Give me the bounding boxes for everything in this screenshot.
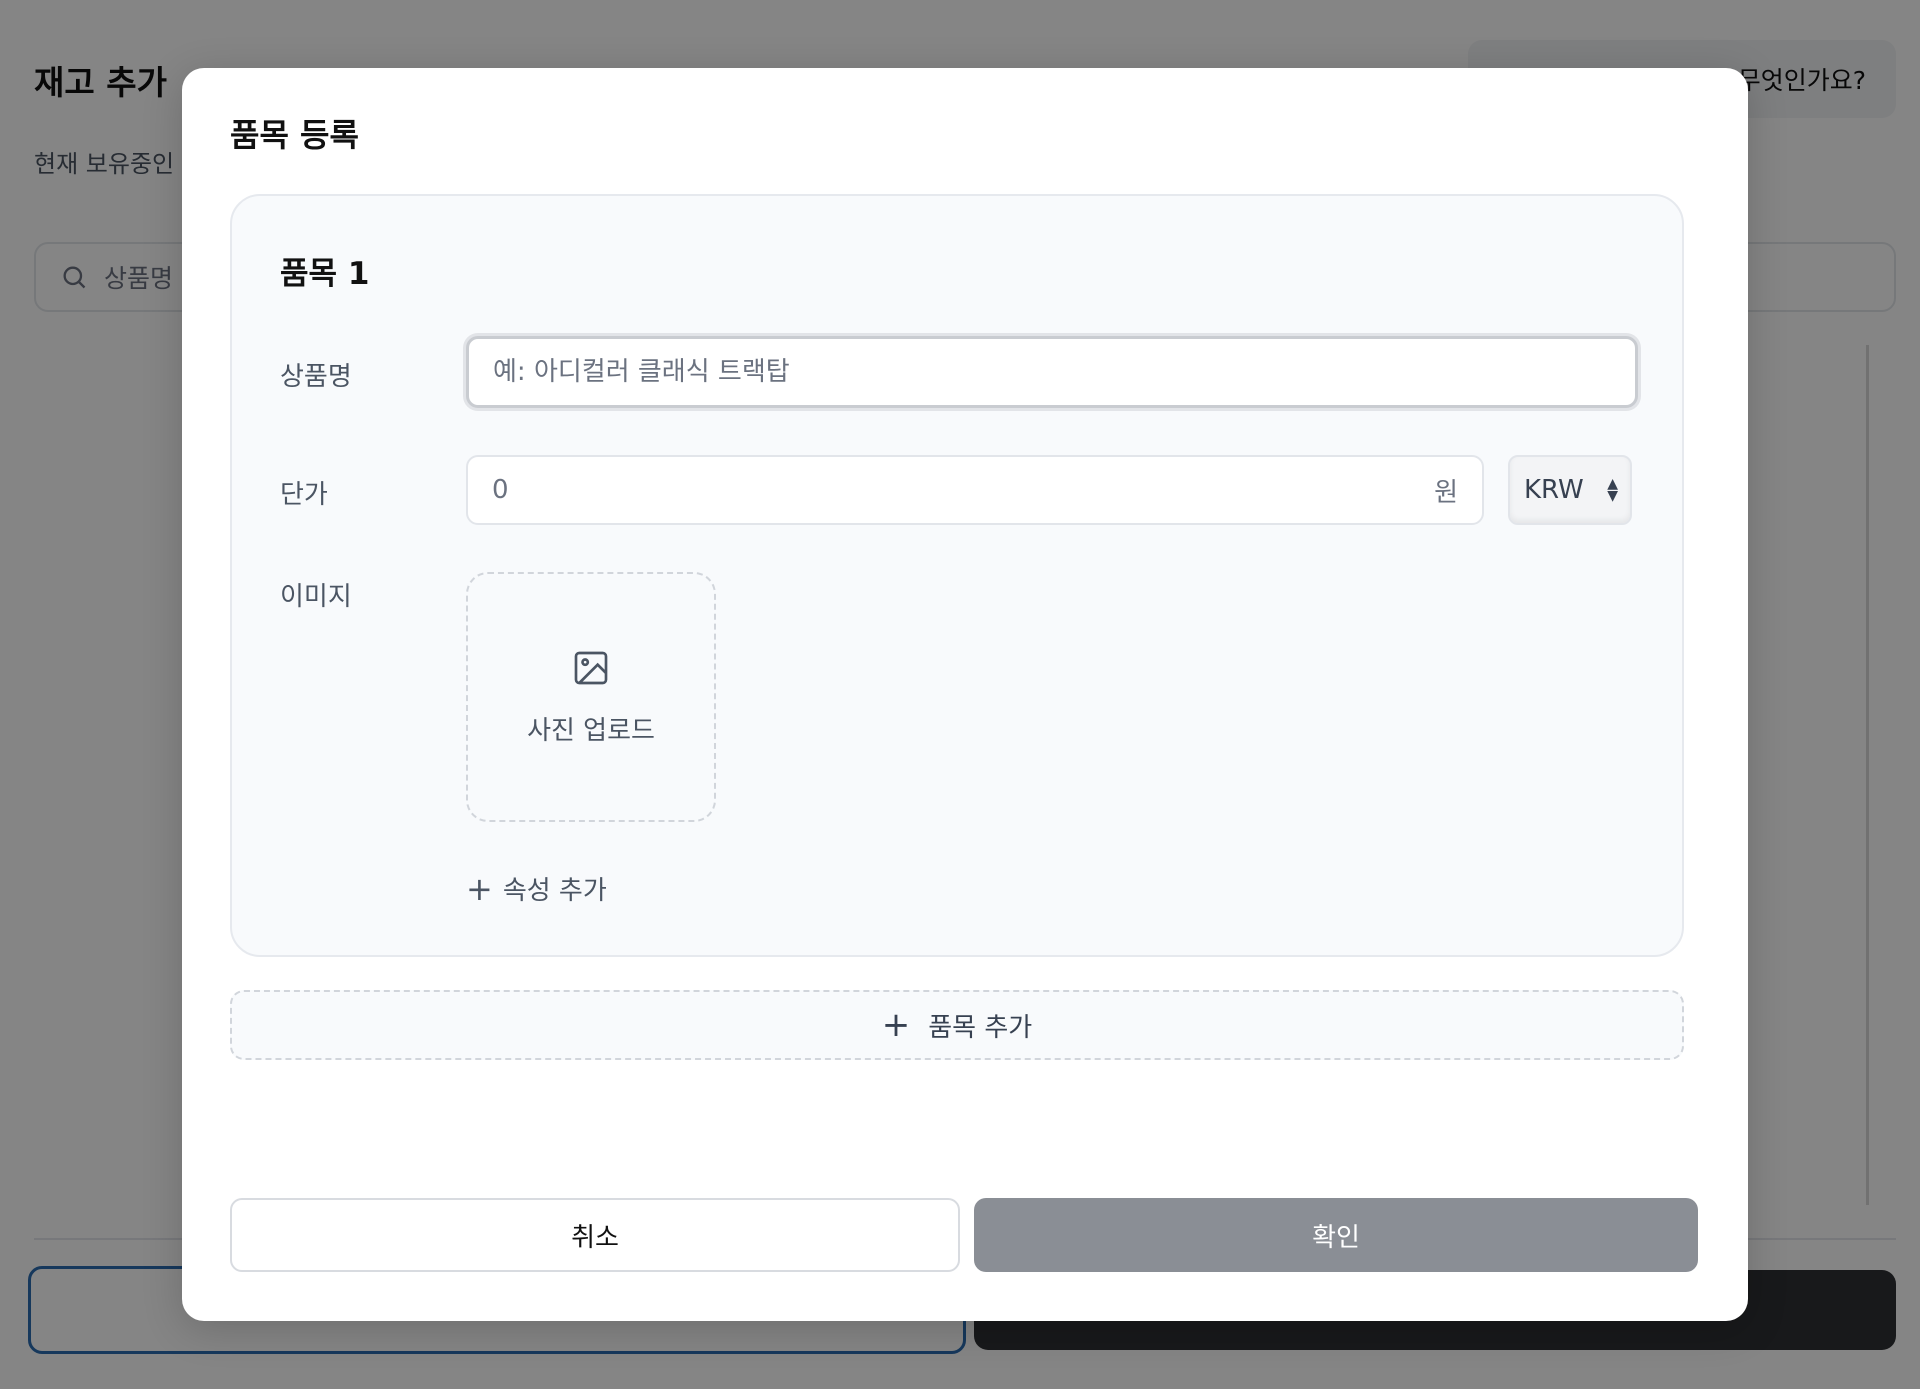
item-title: 품목 1 [280,256,370,292]
photo-upload-label: 사진 업로드 [527,715,655,746]
add-attribute-label: 속성 추가 [502,876,607,906]
currency-value: KRW [1524,475,1584,505]
confirm-button[interactable]: 확인 [974,1198,1698,1272]
unit-price-input[interactable]: 0 원 [466,455,1484,525]
plus-icon: + [466,869,493,908]
product-name-label: 상품명 [280,362,352,392]
plus-icon: + [881,1005,911,1045]
add-attribute-button[interactable]: + 속성 추가 [466,870,607,907]
product-name-input[interactable] [466,336,1638,408]
item-register-modal: 품목 등록 품목 1 상품명 단가 0 원 KRW ▲▼ 이미지 사진 업로드 … [182,68,1748,1321]
image-icon [574,651,608,684]
cancel-button[interactable]: 취소 [230,1198,960,1272]
currency-select[interactable]: KRW ▲ ▼ [1508,455,1632,525]
unit-price-value: 0 [492,475,509,505]
item-card: 품목 1 상품명 단가 0 원 KRW ▲▼ 이미지 사진 업로드 + 속성 추… [230,194,1684,957]
image-label: 이미지 [280,582,352,612]
select-arrows-icon: ▲ ▼ [1607,476,1618,504]
modal-title: 품목 등록 [230,116,359,154]
add-item-button[interactable]: + 품목 추가 [230,990,1684,1060]
add-item-label: 품목 추가 [928,1012,1033,1043]
unit-price-label: 단가 [280,480,328,510]
photo-upload-button[interactable]: 사진 업로드 [466,572,716,822]
unit-price-currency-suffix: 원 [1434,477,1458,508]
